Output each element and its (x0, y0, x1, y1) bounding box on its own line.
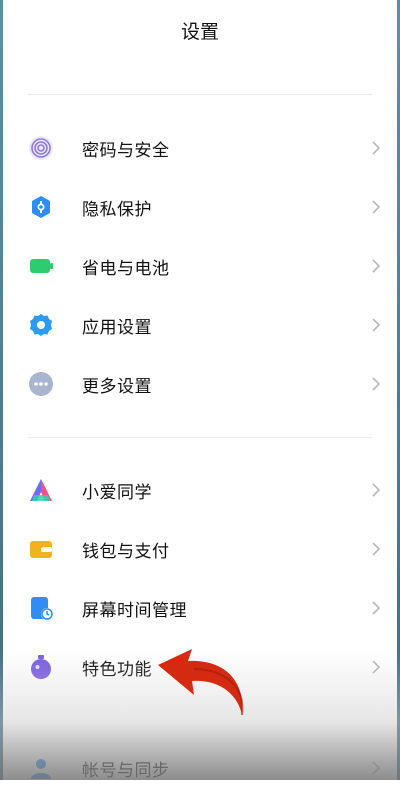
settings-item-xiaoai[interactable]: 小爱同学 (0, 462, 400, 518)
settings-item-wallet[interactable]: 钱包与支付 (0, 521, 400, 577)
settings-item-label: 隐私保护 (82, 199, 152, 220)
settings-item-label: 更多设置 (82, 376, 152, 397)
settings-item-label: 小爱同学 (82, 482, 152, 503)
account-icon (28, 755, 54, 781)
settings-item-account-sync[interactable]: 帐号与同步 (0, 740, 400, 796)
divider (28, 437, 372, 438)
settings-item-privacy[interactable]: 隐私保护 (0, 179, 400, 235)
settings-item-screen-time[interactable]: 屏幕时间管理 (0, 580, 400, 636)
settings-item-label: 密码与安全 (82, 140, 170, 161)
chevron-right-icon (370, 598, 382, 618)
fingerprint-icon (28, 135, 54, 161)
divider (28, 94, 372, 95)
settings-item-label: 特色功能 (82, 659, 152, 680)
chevron-right-icon (370, 480, 382, 500)
feature-flask-icon (28, 654, 54, 680)
wallet-icon (28, 536, 54, 562)
settings-item-label: 帐号与同步 (82, 760, 170, 781)
settings-item-label: 屏幕时间管理 (82, 600, 187, 621)
page-title: 设置 (180, 21, 219, 43)
settings-item-app-settings[interactable]: 应用设置 (0, 297, 400, 353)
privacy-shield-icon (28, 194, 54, 220)
settings-item-label: 应用设置 (82, 317, 152, 338)
chevron-right-icon (370, 197, 382, 217)
gear-icon (28, 312, 54, 338)
settings-item-more-settings[interactable]: 更多设置 (0, 356, 400, 412)
settings-item-label: 省电与电池 (82, 258, 170, 279)
xiaoai-icon (28, 477, 54, 503)
chevron-right-icon (370, 315, 382, 335)
chevron-right-icon (370, 758, 382, 778)
chevron-right-icon (370, 256, 382, 276)
chevron-right-icon (370, 539, 382, 559)
chevron-right-icon (370, 138, 382, 158)
more-dots-icon (28, 371, 54, 397)
settings-item-label: 钱包与支付 (82, 541, 170, 562)
red-pointer-arrow-icon (158, 649, 244, 716)
settings-item-password-security[interactable]: 密码与安全 (0, 120, 400, 176)
battery-icon (28, 253, 54, 279)
settings-item-battery[interactable]: 省电与电池 (0, 238, 400, 294)
chevron-right-icon (370, 657, 382, 677)
chevron-right-icon (370, 374, 382, 394)
screen-time-icon (28, 595, 54, 621)
